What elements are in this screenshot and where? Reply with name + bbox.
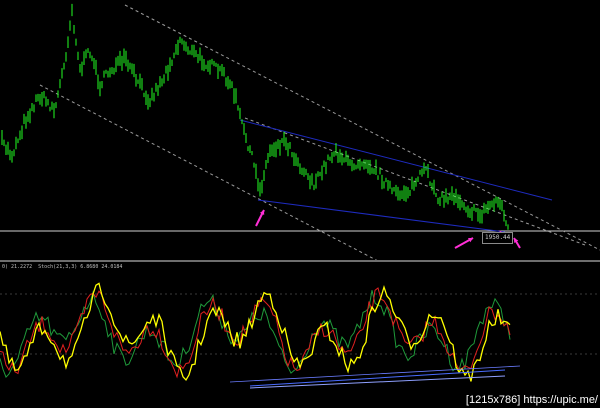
arrow-marker <box>454 237 474 249</box>
indicator-label: 0) 21.2272 Stoch(21,3,3) 6.8680 24.0184 <box>2 264 125 271</box>
current-price-label: 1950.44 <box>482 232 514 244</box>
indicator-line-red <box>0 287 511 379</box>
price-panel[interactable] <box>0 0 600 260</box>
chart-window[interactable]: 1950.44 0) 21.2272 Stoch(21,3,3) 6.8680 … <box>0 0 600 408</box>
candles <box>1 3 509 230</box>
channel-lower-line <box>39 84 378 260</box>
channel-middle-line <box>244 117 586 246</box>
indicator-value-stoch: Stoch(21,3,3) 6.8680 24.0184 <box>38 264 123 270</box>
arrow-marker <box>513 237 521 249</box>
indicator-line-green <box>0 290 511 379</box>
indicator-line-yellow <box>0 282 511 382</box>
indicator-value-main: 0) 21.2272 <box>2 264 33 270</box>
indicator-trendline <box>229 365 521 383</box>
watermark-text: [1215x786] https://upic.me/ <box>465 394 598 406</box>
arrow-marker <box>255 209 265 227</box>
indicator-panel[interactable] <box>0 262 600 408</box>
